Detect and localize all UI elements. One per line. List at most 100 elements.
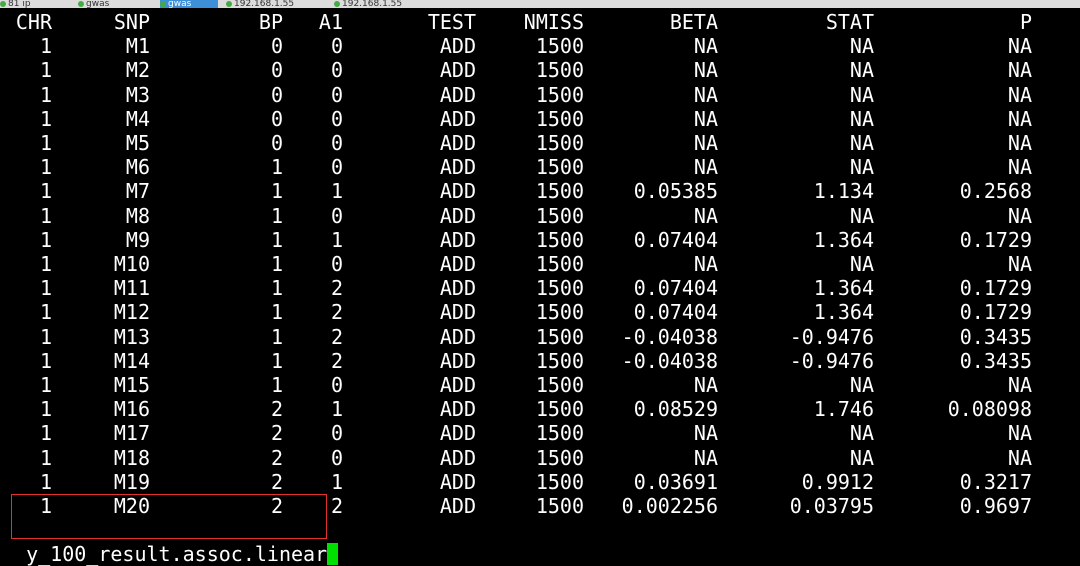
cell-chr: 1 — [39, 155, 52, 180]
cell-bp: 2 — [270, 494, 283, 518]
table-row: 1 M2 0 0 ADD 1500 NA NA NA — [0, 58, 1080, 82]
cell-stat: -0.9476 — [789, 348, 874, 373]
table-row: 1 M12 1 2 ADD 1500 0.07404 1.364 0.1729 — [0, 300, 1080, 324]
cell-snp: M19 — [113, 469, 150, 494]
cell-bp: 1 — [270, 373, 283, 397]
session-icon — [334, 0, 340, 7]
cell-stat: 1.746 — [813, 397, 874, 422]
cell-p: 0.3217 — [959, 469, 1032, 494]
cell-p: 0.3435 — [959, 348, 1032, 373]
cell-chr: 1 — [39, 397, 52, 422]
cell-chr: 1 — [39, 34, 52, 59]
cell-snp: M10 — [113, 252, 150, 276]
header-stat: STAT — [825, 10, 874, 34]
cell-nmiss: 1500 — [535, 494, 584, 518]
cell-beta: -0.04038 — [621, 348, 718, 373]
cell-test: ADD — [439, 252, 476, 276]
table-row: 1 M11 1 2 ADD 1500 0.07404 1.364 0.1729 — [0, 276, 1080, 300]
cell-chr: 1 — [39, 300, 52, 325]
tab-81-ip[interactable]: 81 ip — [0, 0, 70, 8]
cell-bp: 1 — [270, 324, 283, 349]
table-row: 1 M18 2 0 ADD 1500 NA NA NA — [0, 446, 1080, 470]
cell-test: ADD — [439, 373, 476, 397]
cell-bp: 0 — [270, 34, 283, 59]
cell-stat: NA — [849, 34, 874, 59]
terminal-output[interactable]: CHR SNP BP A1 TEST NMISS BETA STAT P 1 M1 0 0 ADD 1500… — [0, 10, 1080, 546]
cell-stat: -0.9476 — [789, 324, 874, 349]
cell-beta: NA — [693, 203, 718, 228]
cell-chr: 1 — [39, 227, 52, 252]
cell-stat: 1.134 — [813, 179, 874, 204]
cell-beta: NA — [693, 445, 718, 470]
tab-host-1[interactable]: 192.168.1.55 — [226, 0, 326, 8]
table-row: 1 M13 1 2 ADD 1500 -0.04038 -0.9476 0.3435 — [0, 325, 1080, 349]
cell-snp: M20 — [113, 494, 150, 518]
command-prompt[interactable]: y_100_result.assoc.linear — [2, 518, 339, 566]
table-row: 1 M6 1 0 ADD 1500 NA NA NA — [0, 155, 1080, 179]
cell-a1: 0 — [330, 373, 343, 397]
cell-a1: 1 — [330, 227, 343, 252]
table-row: 1 M17 2 0 ADD 1500 NA NA NA — [0, 421, 1080, 445]
table-row: 1 M20 2 2 ADD 1500 0.002256 0.03795 0.9697 — [0, 494, 1080, 518]
cell-p: 0.2568 — [959, 179, 1032, 204]
tab-gwas-active[interactable]: gwas — [160, 0, 218, 8]
cell-nmiss: 1500 — [535, 203, 584, 228]
cell-a1: 0 — [330, 445, 343, 470]
cell-bp: 1 — [270, 179, 283, 204]
cell-snp: M5 — [125, 131, 150, 155]
cell-stat: 0.9912 — [801, 469, 874, 494]
cell-test: ADD — [439, 494, 476, 518]
cell-p: NA — [1007, 82, 1032, 107]
cell-stat: 1.364 — [813, 276, 874, 301]
cell-p: NA — [1007, 445, 1032, 470]
cell-snp: M7 — [125, 179, 150, 204]
cell-test: ADD — [439, 227, 476, 252]
cell-chr: 1 — [39, 494, 52, 518]
cell-p: NA — [1007, 373, 1032, 397]
header-bp: BP — [258, 10, 283, 34]
session-icon — [0, 0, 6, 7]
cell-bp: 0 — [270, 82, 283, 107]
cell-chr: 1 — [39, 58, 52, 83]
cell-stat: NA — [849, 373, 874, 397]
cell-test: ADD — [439, 276, 476, 301]
cell-snp: M18 — [113, 445, 150, 470]
cell-test: ADD — [439, 324, 476, 349]
tab-gwas-1[interactable]: gwas — [78, 0, 158, 8]
cell-p: NA — [1007, 106, 1032, 131]
cell-nmiss: 1500 — [535, 445, 584, 470]
cell-beta: NA — [693, 252, 718, 276]
cell-p: NA — [1007, 155, 1032, 180]
cell-snp: M15 — [113, 373, 150, 397]
cell-stat: NA — [849, 252, 874, 276]
cell-bp: 2 — [270, 469, 283, 494]
cell-chr: 1 — [39, 348, 52, 373]
cell-stat: 1.364 — [813, 227, 874, 252]
cell-chr: 1 — [39, 179, 52, 204]
cell-snp: M3 — [125, 82, 150, 107]
cell-test: ADD — [439, 469, 476, 494]
table-row: 1 M3 0 0 ADD 1500 NA NA NA — [0, 83, 1080, 107]
cell-nmiss: 1500 — [535, 348, 584, 373]
tab-host-2[interactable]: 192.168.1.55 — [334, 0, 434, 8]
cell-nmiss: 1500 — [535, 252, 584, 276]
cell-beta: 0.03691 — [633, 469, 718, 494]
cell-test: ADD — [439, 300, 476, 325]
cell-test: ADD — [439, 82, 476, 107]
cell-test: ADD — [439, 179, 476, 204]
cell-beta: 0.05385 — [633, 179, 718, 204]
tab-label: gwas — [168, 0, 192, 8]
cell-p: NA — [1007, 131, 1032, 155]
cell-chr: 1 — [39, 421, 52, 446]
cell-a1: 1 — [330, 469, 343, 494]
cell-nmiss: 1500 — [535, 300, 584, 325]
cell-bp: 0 — [270, 106, 283, 131]
cell-test: ADD — [439, 203, 476, 228]
cell-stat: NA — [849, 106, 874, 131]
table-row: 1 M8 1 0 ADD 1500 NA NA NA — [0, 204, 1080, 228]
cell-stat: NA — [849, 131, 874, 155]
cell-bp: 1 — [270, 348, 283, 373]
cell-a1: 1 — [330, 179, 343, 204]
tab-label: 192.168.1.55 — [342, 0, 403, 8]
cell-a1: 1 — [330, 397, 343, 422]
